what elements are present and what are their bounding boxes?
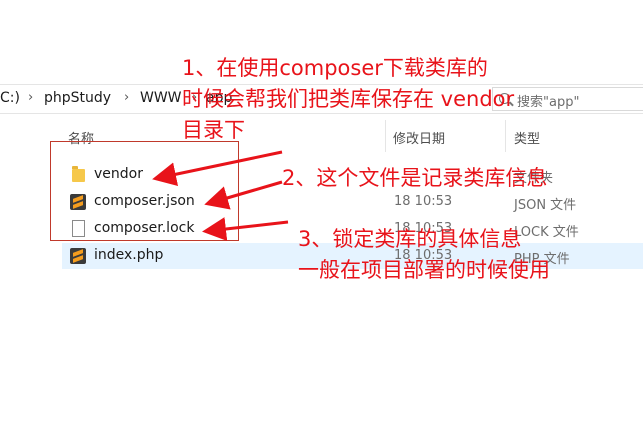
annotation-1-line-3: 目录下 (182, 118, 245, 142)
annotation-3-line-1: 3、锁定类库的具体信息 (298, 227, 522, 251)
annotation-3-line-2: 一般在项目部署的时候使用 (298, 258, 550, 282)
annotation-1-line-1: 1、在使用composer下载类库的 (182, 56, 488, 80)
arrow-to-vendor (152, 150, 283, 187)
arrow-to-composer-lock (202, 217, 289, 241)
arrow-to-composer-json (204, 180, 283, 210)
annotation-2: 2、这个文件是记录类库信息 (282, 166, 548, 190)
annotation-1-line-2: 时候会帮我们把类库保存在 vendor (182, 87, 515, 111)
